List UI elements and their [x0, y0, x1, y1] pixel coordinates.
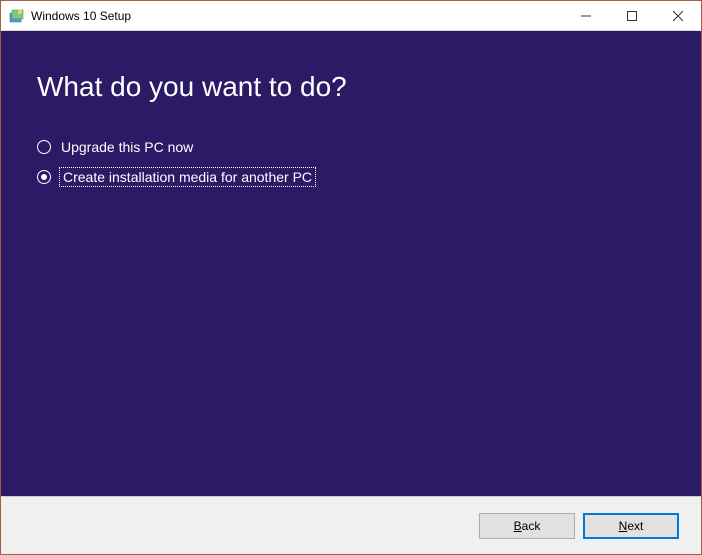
setup-window: Windows 10 Setup What do you want to do?… — [0, 0, 702, 555]
back-button[interactable]: Back — [479, 513, 575, 539]
window-title: Windows 10 Setup — [31, 9, 131, 23]
window-controls — [563, 1, 701, 30]
app-icon — [9, 8, 25, 24]
content-area: What do you want to do? Upgrade this PC … — [1, 31, 701, 496]
close-button[interactable] — [655, 1, 701, 30]
minimize-button[interactable] — [563, 1, 609, 30]
options-group: Upgrade this PC now Create installation … — [37, 139, 665, 185]
page-heading: What do you want to do? — [37, 71, 665, 103]
radio-icon — [37, 170, 51, 184]
option-label: Upgrade this PC now — [61, 139, 193, 155]
radio-icon — [37, 140, 51, 154]
maximize-button[interactable] — [609, 1, 655, 30]
option-create-media[interactable]: Create installation media for another PC — [37, 169, 665, 185]
option-label: Create installation media for another PC — [61, 169, 314, 185]
next-button[interactable]: Next — [583, 513, 679, 539]
footer: Back Next — [1, 496, 701, 554]
titlebar: Windows 10 Setup — [1, 1, 701, 31]
option-upgrade[interactable]: Upgrade this PC now — [37, 139, 665, 155]
